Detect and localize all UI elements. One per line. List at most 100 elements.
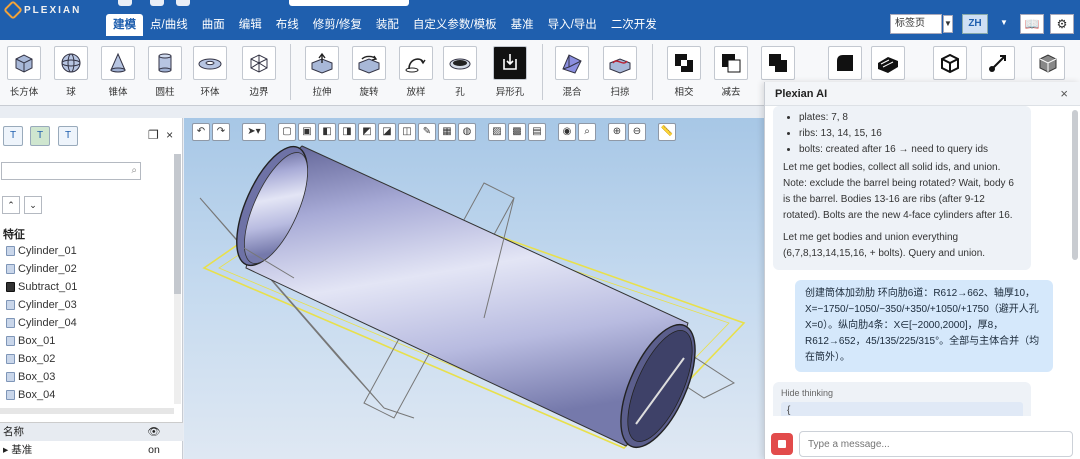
view-iso-icon[interactable]: ▢ — [278, 123, 296, 141]
viewport-toolbar: ↶ ↷ ➤▾ ▢ ▣ ◧ ◨ ◩ ◪ ◫ ✎ ▦ ◍ ▨ ▩ ▤ ◉ ⌕ ⊕ ⊖… — [184, 118, 764, 146]
ai-chat-log[interactable]: plates: 7, 8 ribs: 13, 14, 15, 16 bolts:… — [765, 106, 1069, 416]
visibility-icon[interactable]: ◉ — [558, 123, 576, 141]
ribbon-box-button[interactable]: 长方体 — [4, 46, 44, 98]
ribbon-revolve-button[interactable]: 旋转 — [349, 46, 389, 98]
view-back-icon[interactable]: ◧ — [318, 123, 336, 141]
tree-item[interactable]: Box_02 — [6, 350, 174, 368]
quick-access-button[interactable] — [150, 0, 164, 6]
scrollbar-thumb[interactable] — [174, 154, 181, 294]
menu-item-trim-repair[interactable]: 修剪/修复 — [306, 14, 369, 36]
ribbon-blend-button[interactable]: 混合 — [552, 46, 592, 98]
menu-item-dev[interactable]: 二次开发 — [604, 14, 664, 36]
menu-item-routing[interactable]: 布线 — [269, 14, 306, 36]
ai-chat-scrollbar[interactable] — [1072, 108, 1078, 408]
ribbon-thicken-button[interactable] — [868, 46, 908, 80]
tree-search-input[interactable]: ⌕ — [1, 162, 141, 180]
view-bottom-icon[interactable]: ◫ — [398, 123, 416, 141]
menu-item-import-export[interactable]: 导入/导出 — [541, 14, 604, 36]
section-view-icon[interactable]: ◍ — [458, 123, 476, 141]
hide-thinking-toggle[interactable]: Hide thinking — [781, 388, 1023, 398]
close-icon[interactable]: × — [166, 128, 173, 142]
ribbon-torus-button[interactable]: 环体 — [190, 46, 230, 98]
tree-view-icon[interactable]: T — [3, 126, 23, 146]
measure-icon[interactable]: 📏 — [658, 123, 676, 141]
stop-button[interactable] — [771, 433, 793, 455]
tree-item[interactable]: Cylinder_03 — [6, 296, 174, 314]
ribbon-solid-button[interactable] — [930, 46, 970, 80]
ribbon-extrude-button[interactable]: 拉伸 — [302, 46, 342, 98]
tree-item[interactable]: Box_04 — [6, 386, 174, 402]
book-icon[interactable]: 📖 — [1020, 14, 1044, 34]
ribbon-subtract-button[interactable]: 减去 — [711, 46, 751, 98]
layer-tree-icon[interactable]: T — [58, 126, 78, 146]
menu-item-surfaces[interactable]: 曲面 — [195, 14, 232, 36]
move-up-button[interactable]: ⌃ — [2, 196, 20, 214]
ribbon-special-hole-button[interactable]: 异形孔 — [490, 46, 530, 98]
shaded-mode-icon[interactable]: ▨ — [488, 123, 506, 141]
ribbon-sphere-button[interactable]: 球 — [51, 46, 91, 98]
ribbon-loft-button[interactable]: 放样 — [396, 46, 436, 98]
ribbon-label: 异形孔 — [495, 87, 525, 98]
undo-icon[interactable]: ↶ — [192, 123, 210, 141]
tree-item[interactable]: Box_03 — [6, 368, 174, 386]
menu-item-datum[interactable]: 基准 — [504, 14, 541, 36]
eye-icon[interactable]: 👁 — [136, 423, 172, 441]
tab-page-select[interactable]: 标签页 ▼ — [890, 14, 953, 34]
chevron-down-icon[interactable]: ▼ — [943, 15, 953, 33]
feature-tree-icon[interactable]: T — [30, 126, 50, 146]
3d-viewport[interactable] — [184, 118, 764, 459]
tree-item[interactable]: Cylinder_02 — [6, 260, 174, 278]
ribbon-cylinder-button[interactable]: 圆柱 — [145, 46, 185, 98]
select-pointer-icon[interactable]: ➤▾ — [242, 123, 266, 141]
tree-item[interactable]: Subtract_01 — [6, 278, 174, 296]
wireframe-mode-icon[interactable]: ▩ — [508, 123, 526, 141]
tree-item[interactable]: Cylinder_01 — [6, 242, 174, 260]
chevron-down-icon[interactable]: ▼ — [994, 14, 1014, 34]
quick-access-button[interactable] — [118, 0, 132, 6]
float-window-icon[interactable]: ❐ — [148, 128, 159, 142]
view-left-icon[interactable]: ◨ — [338, 123, 356, 141]
view-front-icon[interactable]: ▣ — [298, 123, 316, 141]
message-input[interactable] — [799, 431, 1073, 457]
view-top-icon[interactable]: ◪ — [378, 123, 396, 141]
gear-icon[interactable]: ⚙ — [1050, 14, 1074, 34]
menu-item-curves[interactable]: 点/曲线 — [143, 14, 195, 36]
ribbon-intersect-button[interactable]: 相交 — [664, 46, 704, 98]
ribbon-shell-button[interactable] — [825, 46, 865, 80]
tree-item-label: Subtract_01 — [18, 281, 78, 293]
tree-item[interactable]: Cylinder_04 — [6, 314, 174, 332]
zoom-out-icon[interactable]: ⊖ — [628, 123, 646, 141]
quick-access-button[interactable] — [176, 0, 190, 6]
redo-icon[interactable]: ↷ — [212, 123, 230, 141]
model-scene[interactable] — [184, 118, 764, 459]
tree-hscrollbar[interactable] — [0, 408, 174, 414]
tree-scrollbar[interactable] — [174, 154, 181, 404]
language-button[interactable]: ZH — [962, 14, 988, 34]
properties-table: 名称 👁 ▸ 基准 on — [0, 422, 183, 459]
close-icon[interactable]: × — [1060, 86, 1068, 101]
move-down-button[interactable]: ⌄ — [24, 196, 42, 214]
view-right-icon[interactable]: ◩ — [358, 123, 376, 141]
menu-item-assembly[interactable]: 装配 — [369, 14, 406, 36]
ribbon-cone-button[interactable]: 锥体 — [98, 46, 138, 98]
hidden-line-icon[interactable]: ▤ — [528, 123, 546, 141]
pen-icon[interactable]: ✎ — [418, 123, 436, 141]
grid-view-icon[interactable]: ▦ — [438, 123, 456, 141]
ribbon-mesh-button[interactable] — [1028, 46, 1068, 80]
zoom-window-icon[interactable]: ⌕ — [578, 123, 596, 141]
barrel-body[interactable] — [245, 145, 689, 447]
menu-item-modeling[interactable]: 建模 — [106, 14, 143, 36]
ribbon-bounds-button[interactable]: 边界 — [239, 46, 279, 98]
ribbon-hole-button[interactable]: 孔 — [440, 46, 480, 98]
zoom-in-icon[interactable]: ⊕ — [608, 123, 626, 141]
ribbon-sweep-button[interactable]: 扫掠 — [600, 46, 640, 98]
scrollbar-thumb[interactable] — [1072, 110, 1078, 260]
menu-item-edit[interactable]: 编辑 — [232, 14, 269, 36]
menu-item-custom-params[interactable]: 自定义参数/模板 — [406, 14, 504, 36]
ribbon-transform-button[interactable] — [978, 46, 1018, 80]
shell-icon — [828, 46, 862, 80]
table-row[interactable]: ▸ 基准 on — [0, 441, 183, 459]
document-selector[interactable] — [289, 0, 409, 6]
ribbon-union-button[interactable] — [758, 46, 798, 80]
tree-item[interactable]: Box_01 — [6, 332, 174, 350]
